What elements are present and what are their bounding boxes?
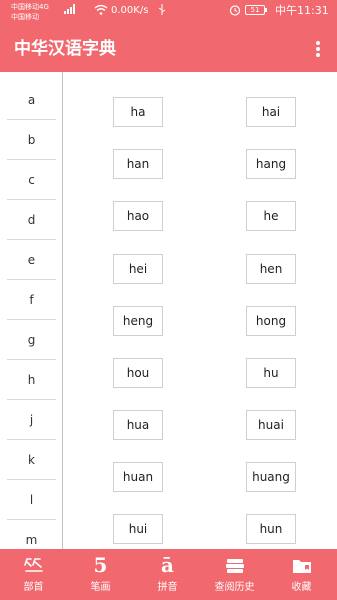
letter-item-b[interactable]: b xyxy=(7,120,56,160)
letter-item-j[interactable]: j xyxy=(7,400,56,440)
pinyin-button[interactable]: hu xyxy=(246,358,296,388)
letter-item-m[interactable]: m xyxy=(7,520,56,549)
nav-item-pinyin[interactable]: ā 拼音 xyxy=(134,549,201,600)
wifi-icon xyxy=(94,5,108,15)
letter-item-h[interactable]: h xyxy=(7,360,56,400)
letter-item-a[interactable]: a xyxy=(7,80,56,120)
favorites-folder-icon xyxy=(292,560,311,573)
status-time: 中午11:31 xyxy=(275,4,329,17)
carrier-label-secondary: 中国移动 xyxy=(11,13,39,21)
letter-item-d[interactable]: d xyxy=(7,200,56,240)
more-vertical-icon[interactable] xyxy=(312,39,324,59)
letter-item-l[interactable]: l xyxy=(7,480,56,520)
nav-label: 笔画 xyxy=(90,582,111,593)
stroke-count-icon: 5 xyxy=(93,553,108,577)
battery-indicator: 51 xyxy=(245,5,267,15)
nav-label: 查阅历史 xyxy=(214,582,255,593)
page-title: 中华汉语字典 xyxy=(14,39,116,59)
nav-item-radicals[interactable]: 部首 xyxy=(0,549,67,600)
pinyin-button[interactable]: hua xyxy=(113,410,163,440)
nav-item-favorites[interactable]: 收藏 xyxy=(268,549,335,600)
letter-item-e[interactable]: e xyxy=(7,240,56,280)
pinyin-button[interactable]: han xyxy=(113,149,163,179)
carrier-label-primary: 中国移动4G xyxy=(11,3,49,11)
pinyin-button[interactable]: hou xyxy=(113,358,163,388)
pinyin-icon: ā xyxy=(161,553,174,577)
letter-item-k[interactable]: k xyxy=(7,440,56,480)
usb-icon xyxy=(158,4,166,15)
pinyin-button[interactable]: hong xyxy=(246,306,296,336)
nav-label: 拼音 xyxy=(157,582,178,593)
pinyin-browser: a b c d e f g h j k l m ha hai han hang … xyxy=(0,72,337,549)
nav-item-history[interactable]: 查阅历史 xyxy=(201,549,268,600)
app-bar: 中华汉语字典 xyxy=(0,26,337,72)
letter-item-c[interactable]: c xyxy=(7,160,56,200)
radical-icon xyxy=(23,558,43,572)
pinyin-button[interactable]: hun xyxy=(246,514,296,544)
alarm-clock-icon xyxy=(229,5,241,16)
pinyin-button[interactable]: huan xyxy=(113,462,163,492)
bottom-nav: 部首 5 笔画 ā 拼音 查阅历史 收藏 xyxy=(0,549,337,600)
signal-icon xyxy=(64,4,75,14)
pinyin-button[interactable]: hai xyxy=(246,97,296,127)
letter-item-g[interactable]: g xyxy=(7,320,56,360)
pinyin-button[interactable]: hang xyxy=(246,149,296,179)
nav-label: 收藏 xyxy=(291,582,312,593)
letter-item-f[interactable]: f xyxy=(7,280,56,320)
pinyin-button[interactable]: ha xyxy=(113,97,163,127)
status-bar: 中国移动4G 中国移动 0.00K/s 51 中午11:31 xyxy=(0,0,337,26)
pinyin-button[interactable]: hei xyxy=(113,254,163,284)
nav-label: 部首 xyxy=(23,582,44,593)
pinyin-button[interactable]: hao xyxy=(113,201,163,231)
pinyin-button[interactable]: he xyxy=(246,201,296,231)
pinyin-button[interactable]: huang xyxy=(246,462,296,492)
pinyin-button[interactable]: heng xyxy=(113,306,163,336)
history-books-icon xyxy=(225,559,244,573)
pinyin-button[interactable]: hui xyxy=(113,514,163,544)
network-speed: 0.00K/s xyxy=(111,5,149,16)
pinyin-button[interactable]: huai xyxy=(246,410,296,440)
initial-letter-list[interactable]: a b c d e f g h j k l m xyxy=(0,72,63,549)
pinyin-button[interactable]: hen xyxy=(246,254,296,284)
nav-item-strokes[interactable]: 5 笔画 xyxy=(67,549,134,600)
